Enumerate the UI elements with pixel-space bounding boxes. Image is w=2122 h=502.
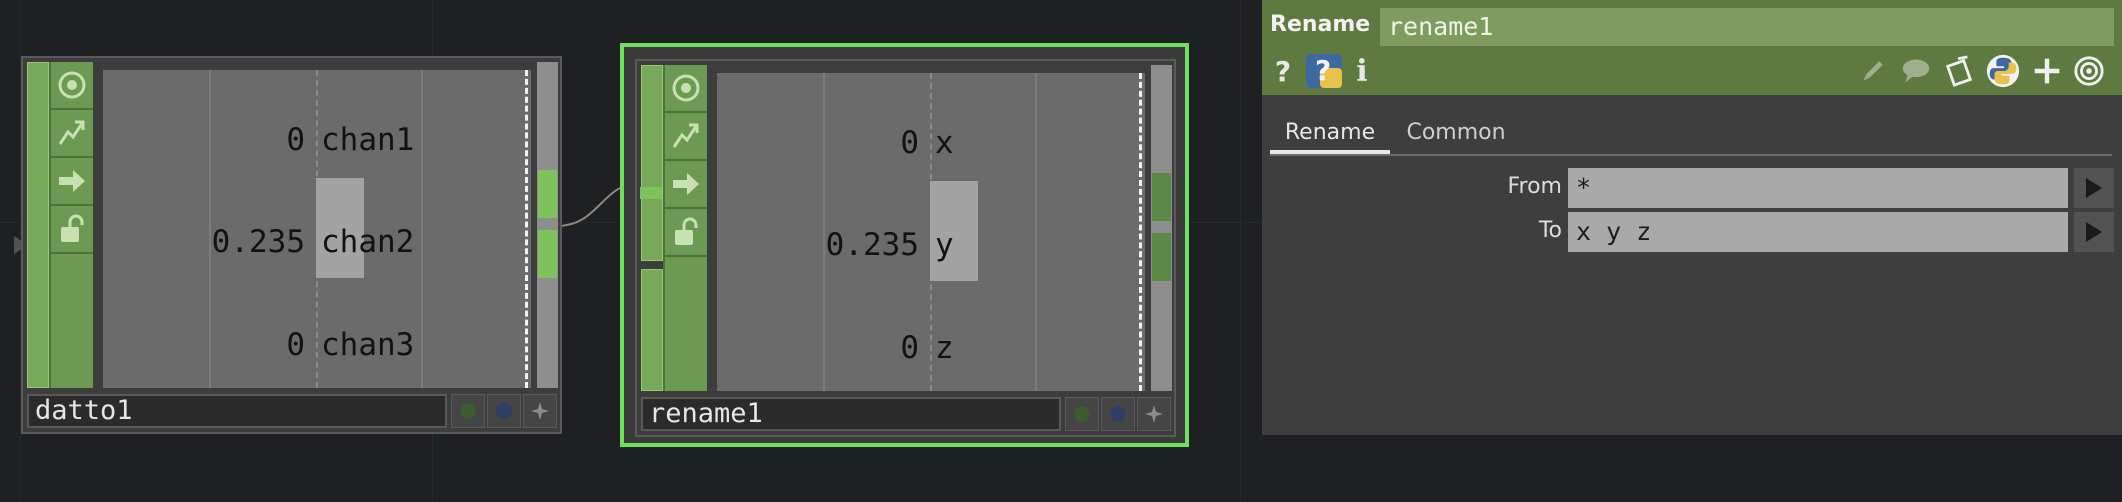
input-strip[interactable] <box>27 62 49 388</box>
input-strip[interactable] <box>641 269 663 391</box>
channel-value: 0.235 <box>211 224 305 260</box>
channel-value: 0 <box>286 122 305 158</box>
node-color-green-button[interactable] <box>1065 397 1099 431</box>
node-datto1[interactable]: 0 chan1 0.235 chan2 0 chan3 datto1 <box>21 56 562 434</box>
node-name-field[interactable]: datto1 <box>27 394 447 428</box>
param-label-to: To <box>1538 218 1562 243</box>
node-color-green-button[interactable] <box>451 394 485 428</box>
edit-icon[interactable] <box>1856 54 1890 88</box>
viewer-flag-icon[interactable] <box>665 65 707 113</box>
from-field[interactable]: * <box>1568 168 2068 208</box>
node-color-blue-button[interactable] <box>1101 397 1135 431</box>
cook-flag-icon[interactable] <box>51 110 93 158</box>
comment-icon[interactable] <box>1898 54 1934 88</box>
tab-label: Common <box>1406 120 1506 145</box>
operator-type-label: Rename <box>1270 12 1371 37</box>
tab-rename[interactable]: Rename <box>1270 112 1390 154</box>
add-icon[interactable] <box>2030 54 2064 88</box>
lock-icon[interactable] <box>665 209 707 257</box>
flag-strip <box>49 62 93 388</box>
channel-value: 0 <box>900 330 919 366</box>
tab-common[interactable]: Common <box>1394 112 1518 154</box>
output-connector[interactable] <box>1152 233 1171 281</box>
tab-divider <box>1270 154 2112 156</box>
svg-text:?: ? <box>1315 54 1331 87</box>
channel-name: chan3 <box>321 327 415 363</box>
output-connector[interactable] <box>1152 173 1171 221</box>
node-rename1[interactable]: 0 x 0.235 y 0 z rename1 <box>620 43 1189 447</box>
output-connector[interactable] <box>538 230 557 278</box>
param-label-from: From <box>1507 174 1562 199</box>
input-strip[interactable] <box>641 65 663 261</box>
clipboard-icon[interactable] <box>1942 54 1976 88</box>
output-connector[interactable] <box>538 170 557 218</box>
cook-flag-icon[interactable] <box>665 113 707 161</box>
panel-header: Rename rename1 ? ? i <box>1262 0 2122 95</box>
to-field[interactable]: x y z <box>1568 212 2068 252</box>
channel-value: 0.235 <box>825 227 919 263</box>
channel-name: y <box>935 227 954 263</box>
channel-viewer[interactable]: 0 chan1 0.235 chan2 0 chan3 <box>103 70 531 388</box>
python-icon[interactable] <box>1984 52 2022 90</box>
tab-label: Rename <box>1284 120 1376 145</box>
node-name-input[interactable]: rename1 <box>1380 8 2114 46</box>
bypass-arrow-icon[interactable] <box>665 161 707 209</box>
channel-name: chan2 <box>321 224 415 260</box>
from-menu-arrow-icon[interactable] <box>2074 168 2114 208</box>
node-color-blue-button[interactable] <box>487 394 521 428</box>
channel-name: chan1 <box>321 122 415 158</box>
info-icon[interactable]: i <box>1352 54 1372 89</box>
node-name-field[interactable]: rename1 <box>641 397 1061 431</box>
channel-viewer[interactable]: 0 x 0.235 y 0 z <box>717 73 1145 391</box>
python-help-icon[interactable]: ? <box>1304 52 1344 90</box>
help-icon[interactable]: ? <box>1270 54 1296 88</box>
channel-value: 0 <box>900 125 919 161</box>
parameter-panel: Rename rename1 ? ? i Rename Common From … <box>1262 0 2122 435</box>
bypass-arrow-icon[interactable] <box>51 158 93 206</box>
lock-icon[interactable] <box>51 206 93 254</box>
to-menu-arrow-icon[interactable] <box>2074 212 2114 252</box>
output-strip <box>1151 65 1172 391</box>
node-viewer-toggle-icon[interactable] <box>523 394 557 428</box>
flag-strip <box>663 65 707 391</box>
target-icon[interactable] <box>2072 54 2106 88</box>
channel-name: x <box>935 125 954 161</box>
channel-name: z <box>935 330 954 366</box>
node-viewer-toggle-icon[interactable] <box>1137 397 1171 431</box>
output-strip <box>537 62 558 388</box>
viewer-flag-icon[interactable] <box>51 62 93 110</box>
channel-value: 0 <box>286 327 305 363</box>
